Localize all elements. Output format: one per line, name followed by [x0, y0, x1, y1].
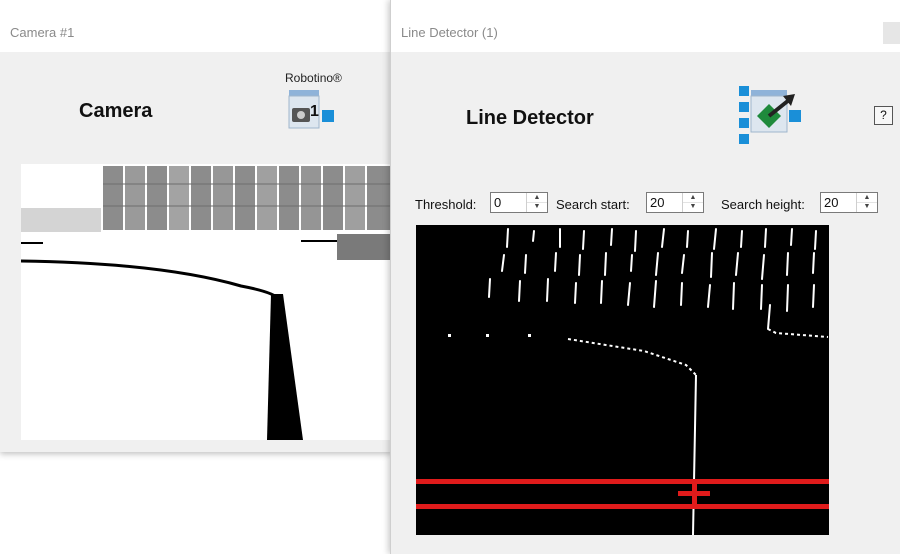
camera-window-title: Camera #1 — [10, 25, 75, 40]
camera-window: Camera #1 Camera Robotino® 1 — [0, 0, 392, 452]
camera-view — [21, 164, 392, 440]
line-detector-titlebar[interactable]: Line Detector (1) — [391, 0, 900, 52]
line-detector-icon — [739, 86, 803, 148]
search-height-down-arrow-icon[interactable]: ▼ — [857, 202, 877, 211]
window-control-button[interactable] — [883, 22, 900, 44]
camera-icon: 1 — [288, 90, 338, 130]
search-start-spinbox[interactable]: ▲ ▼ — [646, 192, 704, 213]
search-start-input[interactable] — [647, 193, 681, 212]
threshold-spinbox[interactable]: ▲ ▼ — [490, 192, 548, 213]
line-detector-window-title: Line Detector (1) — [401, 25, 498, 40]
vendor-label: Robotino® — [285, 71, 342, 85]
help-button[interactable]: ? — [874, 106, 893, 125]
search-height-label: Search height: — [721, 197, 805, 212]
threshold-input[interactable] — [491, 193, 525, 212]
search-height-input[interactable] — [821, 193, 855, 212]
line-detector-heading: Line Detector — [466, 107, 594, 129]
line-detector-window: Line Detector (1) Line Detector ? Thresh… — [390, 0, 900, 554]
camera-titlebar[interactable]: Camera #1 — [0, 0, 392, 52]
camera-heading: Camera — [79, 100, 153, 122]
line-detector-view — [416, 225, 829, 535]
camera-number: 1 — [310, 103, 319, 120]
search-start-label: Search start: — [556, 197, 630, 212]
search-start-down-arrow-icon[interactable]: ▼ — [683, 202, 703, 211]
search-height-spinbox[interactable]: ▲ ▼ — [820, 192, 878, 213]
threshold-label: Threshold: — [415, 197, 477, 212]
threshold-down-arrow-icon[interactable]: ▼ — [527, 202, 547, 211]
